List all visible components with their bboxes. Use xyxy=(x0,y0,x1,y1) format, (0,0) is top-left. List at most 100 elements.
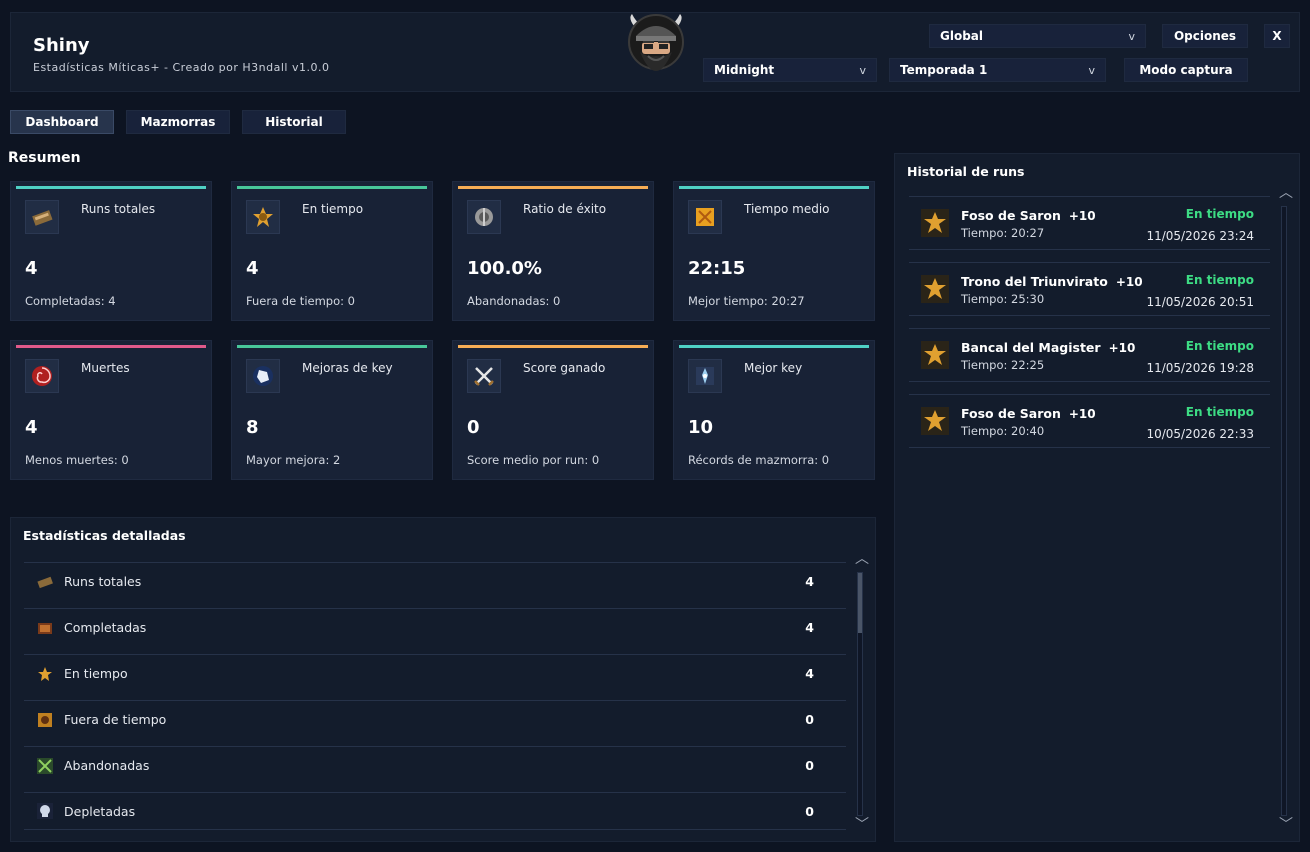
detail-row-value: 4 xyxy=(805,666,814,681)
history-run-time: Tiempo: 20:27 xyxy=(961,226,1045,240)
card-subtext: Score medio por run: 0 xyxy=(467,453,600,467)
history-dungeon-name: Foso de Saron xyxy=(961,406,1061,421)
card-accent-bar xyxy=(679,345,869,348)
history-key-level: +10 xyxy=(1108,341,1136,355)
history-row[interactable]: Foso de Saron +10 Tiempo: 20:40 En tiempo… xyxy=(909,394,1270,448)
card-runs-totales: Runs totales 4 Completadas: 4 xyxy=(10,181,212,321)
card-accent-bar xyxy=(16,186,206,189)
history-key-level: +10 xyxy=(1115,275,1143,289)
box-icon xyxy=(25,200,59,234)
card-value: 100.0% xyxy=(467,258,542,279)
viking-avatar-icon xyxy=(626,12,686,80)
card-label: Score ganado xyxy=(523,361,606,375)
detail-row: Completadas 4 xyxy=(24,608,846,646)
history-row[interactable]: Trono del Triunvirato +10 Tiempo: 25:30 E… xyxy=(909,262,1270,316)
gold-emblem-icon xyxy=(36,665,54,683)
card-subtext: Récords de mazmorra: 0 xyxy=(688,453,830,467)
card-subtext: Mejor tiempo: 20:27 xyxy=(688,294,805,308)
card-value: 4 xyxy=(246,258,259,279)
card-value: 4 xyxy=(25,417,38,438)
card-subtext: Completadas: 4 xyxy=(25,294,116,308)
history-run-time: Tiempo: 22:25 xyxy=(961,358,1045,372)
card-value: 22:15 xyxy=(688,258,746,279)
card-subtext: Fuera de tiempo: 0 xyxy=(246,294,355,308)
gold-emblem-icon xyxy=(246,200,280,234)
app-subtitle: Estadísticas Míticas+ - Creado por H3nda… xyxy=(33,61,330,74)
card-tiempo-medio: Tiempo medio 22:15 Mejor tiempo: 20:27 xyxy=(673,181,875,321)
card-label: Mejor key xyxy=(744,361,803,375)
card-muertes: Muertes 4 Menos muertes: 0 xyxy=(10,340,212,480)
history-status: En tiempo xyxy=(1185,339,1254,353)
scroll-down-icon[interactable]: ﹀ xyxy=(855,818,869,832)
tab-historial[interactable]: Historial xyxy=(242,110,346,134)
gold-emblem-icon xyxy=(921,341,949,369)
history-scrollbar[interactable] xyxy=(1281,206,1287,816)
card-accent-bar xyxy=(679,186,869,189)
scope-select-value: Global xyxy=(940,29,984,43)
card-label: Runs totales xyxy=(81,202,156,216)
history-run-time: Tiempo: 25:30 xyxy=(961,292,1045,306)
options-button[interactable]: Opciones xyxy=(1162,24,1248,48)
run-history-title: Historial de runs xyxy=(907,164,1025,179)
detail-row-value: 0 xyxy=(805,712,814,727)
tab-mazmorras[interactable]: Mazmorras xyxy=(126,110,230,134)
detail-row: En tiempo 4 xyxy=(24,654,846,692)
chest-icon xyxy=(36,619,54,637)
capture-mode-button[interactable]: Modo captura xyxy=(1124,58,1248,82)
history-dungeon-name: Trono del Triunvirato xyxy=(961,274,1108,289)
scroll-up-icon[interactable]: ︿ xyxy=(1279,186,1293,200)
season-select[interactable]: Temporada 1 v xyxy=(889,58,1106,82)
close-button[interactable]: X xyxy=(1264,24,1290,48)
vortex-icon xyxy=(25,359,59,393)
detail-row-value: 0 xyxy=(805,803,814,819)
gold-emblem-icon xyxy=(921,407,949,435)
card-accent-bar xyxy=(458,345,648,348)
history-dungeon-name: Bancal del Magister xyxy=(961,340,1101,355)
chevron-down-icon: v xyxy=(1128,29,1135,43)
shield-icon xyxy=(467,200,501,234)
history-status: En tiempo xyxy=(1185,405,1254,419)
scrollbar-thumb[interactable] xyxy=(858,573,862,633)
card-label: Tiempo medio xyxy=(744,202,830,216)
card-label: Ratio de éxito xyxy=(523,202,607,216)
card-value: 4 xyxy=(25,258,38,279)
detail-row: Runs totales 4 xyxy=(24,562,846,600)
card-score-ganado: Score ganado 0 Score medio por run: 0 xyxy=(452,340,654,480)
history-key-level: +10 xyxy=(1068,209,1096,223)
history-row[interactable]: Foso de Saron +10 Tiempo: 20:27 En tiempo… xyxy=(909,196,1270,250)
card-ratio-exito: Ratio de éxito 100.0% Abandonadas: 0 xyxy=(452,181,654,321)
card-value: 10 xyxy=(688,417,714,438)
card-label: En tiempo xyxy=(302,202,364,216)
detail-scrollbar[interactable] xyxy=(857,572,863,816)
history-status: En tiempo xyxy=(1185,207,1254,221)
expansion-select-value: Midnight xyxy=(714,63,775,77)
season-select-value: Temporada 1 xyxy=(900,63,988,77)
expansion-select[interactable]: Midnight v xyxy=(703,58,877,82)
history-dungeon-name: Foso de Saron xyxy=(961,208,1061,223)
detail-row: Fuera de tiempo 0 xyxy=(24,700,846,738)
detail-row-label: Depletadas xyxy=(64,803,136,819)
history-date: 11/05/2026 23:24 xyxy=(1146,229,1254,243)
detail-row: Abandonadas 0 xyxy=(24,746,846,784)
detail-row-label: En tiempo xyxy=(64,666,128,681)
card-mejoras-key: Mejoras de key 8 Mayor mejora: 2 xyxy=(231,340,433,480)
history-date: 11/05/2026 20:51 xyxy=(1146,295,1254,309)
scroll-up-icon[interactable]: ︿ xyxy=(855,552,869,566)
detail-row: Depletadas 0 xyxy=(24,792,846,830)
card-en-tiempo: En tiempo 4 Fuera de tiempo: 0 xyxy=(231,181,433,321)
history-row[interactable]: Bancal del Magister +10 Tiempo: 22:25 En … xyxy=(909,328,1270,382)
history-date: 10/05/2026 22:33 xyxy=(1146,427,1254,441)
card-subtext: Mayor mejora: 2 xyxy=(246,453,341,467)
card-label: Mejoras de key xyxy=(302,361,393,375)
detailed-stats-title: Estadísticas detalladas xyxy=(23,528,186,543)
tab-dashboard[interactable]: Dashboard xyxy=(10,110,114,134)
scroll-down-icon[interactable]: ﹀ xyxy=(1279,818,1293,832)
card-label: Muertes xyxy=(81,361,130,375)
card-accent-bar xyxy=(237,186,427,189)
chevron-down-icon: v xyxy=(1088,63,1095,77)
scope-select[interactable]: Global v xyxy=(929,24,1146,48)
crossed-swords-icon xyxy=(36,757,54,775)
summary-title: Resumen xyxy=(8,150,81,166)
history-status: En tiempo xyxy=(1185,273,1254,287)
key-icon xyxy=(688,359,722,393)
